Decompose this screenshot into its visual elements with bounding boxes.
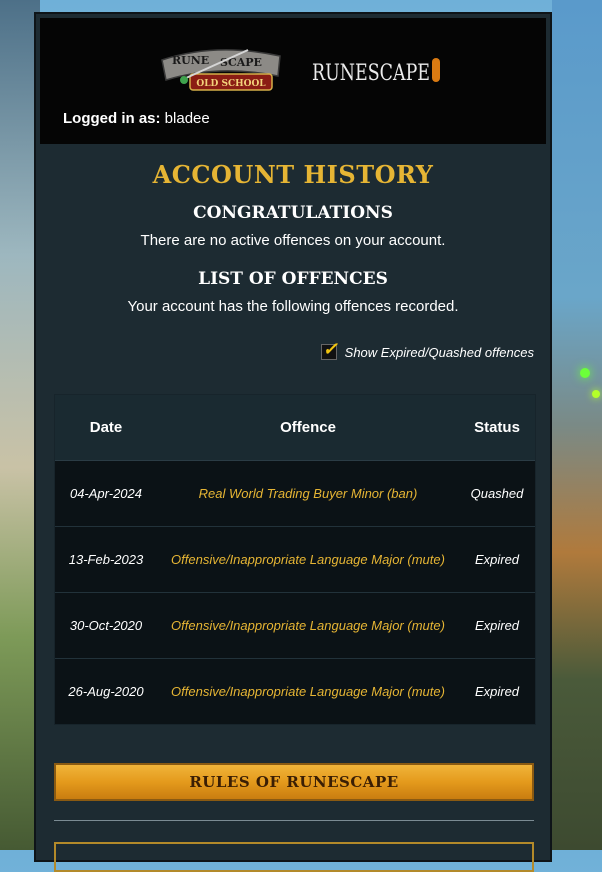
show-expired-toggle[interactable]: ✓ Show Expired/Quashed offences xyxy=(320,340,534,360)
check-icon: ✓ xyxy=(322,339,338,359)
column-header-status[interactable]: Status xyxy=(459,395,535,461)
table-header-row: Date Offence Status xyxy=(55,395,535,461)
congrats-heading: CONGRATULATIONS xyxy=(193,203,393,223)
offences-table: Date Offence Status 04-Apr-2024 Real Wor… xyxy=(54,394,536,725)
next-section-box xyxy=(54,842,534,872)
header: RUNE SCAPE OLD SCHOOL RUNESCAPE Logged i… xyxy=(40,18,546,144)
column-header-date[interactable]: Date xyxy=(55,395,157,461)
table-row: 30-Oct-2020 Offensive/Inappropriate Lang… xyxy=(55,592,535,659)
runescape-logo[interactable]: RUNESCAPE xyxy=(310,48,442,92)
divider xyxy=(54,820,534,821)
offence-date: 26-Aug-2020 xyxy=(68,684,144,699)
offence-date: 04-Apr-2024 xyxy=(55,460,157,527)
offences-text: Your account has the following offences … xyxy=(127,298,459,315)
column-header-offence[interactable]: Offence xyxy=(157,395,459,461)
page-title: ACCOUNT HISTORY xyxy=(152,160,434,189)
logged-in-label: Logged in as: xyxy=(63,110,161,127)
offence-name: Offensive/Inappropriate Language Major (… xyxy=(171,684,445,699)
table-row: 13-Feb-2023 Offensive/Inappropriate Lang… xyxy=(55,526,535,593)
congrats-text: There are no active offences on your acc… xyxy=(140,232,446,249)
background-right-scenery xyxy=(552,0,602,850)
show-expired-label: Show Expired/Quashed offences xyxy=(344,344,534,360)
username: bladee xyxy=(164,110,210,127)
account-history-panel: RUNE SCAPE OLD SCHOOL RUNESCAPE Logged i… xyxy=(34,12,552,872)
osrs-logo-text-2: SCAPE xyxy=(220,56,262,69)
table-row: 04-Apr-2024 Real World Trading Buyer Min… xyxy=(55,460,535,527)
offences-heading: LIST OF OFFENCES xyxy=(198,269,388,289)
offence-date: 13-Feb-2023 xyxy=(55,526,157,593)
osrs-logo[interactable]: RUNE SCAPE OLD SCHOOL xyxy=(156,42,286,94)
runescape-logo-text: RUNESCAPE xyxy=(312,61,430,86)
offence-date: 30-Oct-2020 xyxy=(55,592,157,659)
offence-status: Quashed xyxy=(459,460,535,527)
offence-name: Real World Trading Buyer Minor (ban) xyxy=(157,460,459,527)
glow-icon xyxy=(580,368,590,378)
offence-status: Expired xyxy=(474,684,520,699)
logged-in-indicator: Logged in as: bladee xyxy=(63,110,210,127)
show-expired-checkbox[interactable]: ✓ xyxy=(320,340,338,360)
offence-status: Expired xyxy=(459,526,535,593)
rules-of-runescape-button[interactable]: RULES OF RUNESCAPE xyxy=(54,763,534,801)
offence-status: Expired xyxy=(459,592,535,659)
offence-name: Offensive/Inappropriate Language Major (… xyxy=(157,526,459,593)
offence-name: Offensive/Inappropriate Language Major (… xyxy=(157,592,459,659)
glow-icon xyxy=(592,390,600,398)
main-content: ACCOUNT HISTORY CONGRATULATIONS There ar… xyxy=(36,144,550,360)
osrs-logo-text-1: RUNE xyxy=(172,54,209,67)
table-row: 26-Aug-2020 Offensive/Inappropriate Lang… xyxy=(55,659,535,725)
osrs-logo-text-3: OLD SCHOOL xyxy=(196,79,266,89)
